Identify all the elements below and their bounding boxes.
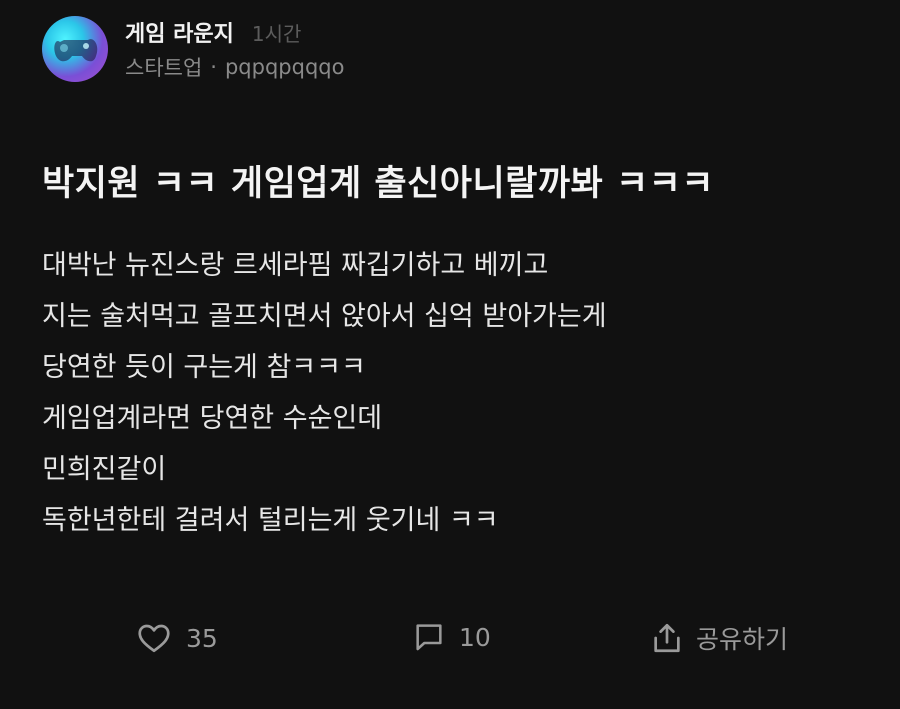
avatar-gamepad-icon [54, 39, 98, 62]
post-body: 대박난 뉴진스랑 르세라핌 짜깁기하고 베끼고 지는 술처먹고 골프치면서 앉아… [42, 240, 872, 546]
comment-button[interactable]: 10 [413, 620, 491, 654]
post-body-line: 지는 술처먹고 골프치면서 앉아서 십억 받아가는게 [42, 301, 607, 332]
meta-top-row: 게임 라운지 1시간 [125, 16, 344, 50]
share-icon [654, 623, 680, 653]
post-header: 게임 라운지 1시간 스타트업 · pqpqpqqqo [42, 16, 344, 82]
post-body-line: 대박난 뉴진스랑 르세라핌 짜깁기하고 베끼고 [42, 250, 549, 281]
post-actions: 35 10 공유하기 [0, 618, 900, 662]
meta-bottom-row: 스타트업 · pqpqpqqqo [125, 52, 344, 82]
comment-count: 10 [459, 622, 491, 652]
author-username[interactable]: pqpqpqqqo [225, 55, 345, 79]
post-body-line: 독한년한테 걸려서 털리는게 웃기네 ㅋㅋ [42, 505, 499, 536]
share-button[interactable]: 공유하기 [650, 620, 788, 656]
author-category: 스타트업 [125, 56, 203, 80]
post-card: 게임 라운지 1시간 스타트업 · pqpqpqqqo 박지원 ㅋㅋ 게임업계 … [0, 0, 900, 709]
meta-separator: · [210, 55, 217, 79]
post-body-line: 민희진같이 [42, 454, 167, 485]
post-time: 1시간 [251, 22, 302, 46]
post-body-line: 당연한 듯이 구는게 참ㅋㅋㅋ [42, 352, 366, 383]
heart-icon [138, 624, 170, 653]
group-avatar[interactable] [42, 16, 108, 82]
post-meta: 게임 라운지 1시간 스타트업 · pqpqpqqqo [125, 16, 344, 82]
like-button[interactable]: 35 [136, 620, 218, 656]
post-body-line: 게임업계라면 당연한 수순인데 [42, 403, 383, 434]
like-count: 35 [186, 623, 218, 653]
share-label: 공유하기 [696, 625, 789, 654]
post-title: 박지원 ㅋㅋ 게임업계 출신아니랄까봐 ㅋㅋㅋ [42, 164, 715, 204]
group-name[interactable]: 게임 라운지 [125, 16, 234, 48]
comment-icon [416, 624, 442, 651]
